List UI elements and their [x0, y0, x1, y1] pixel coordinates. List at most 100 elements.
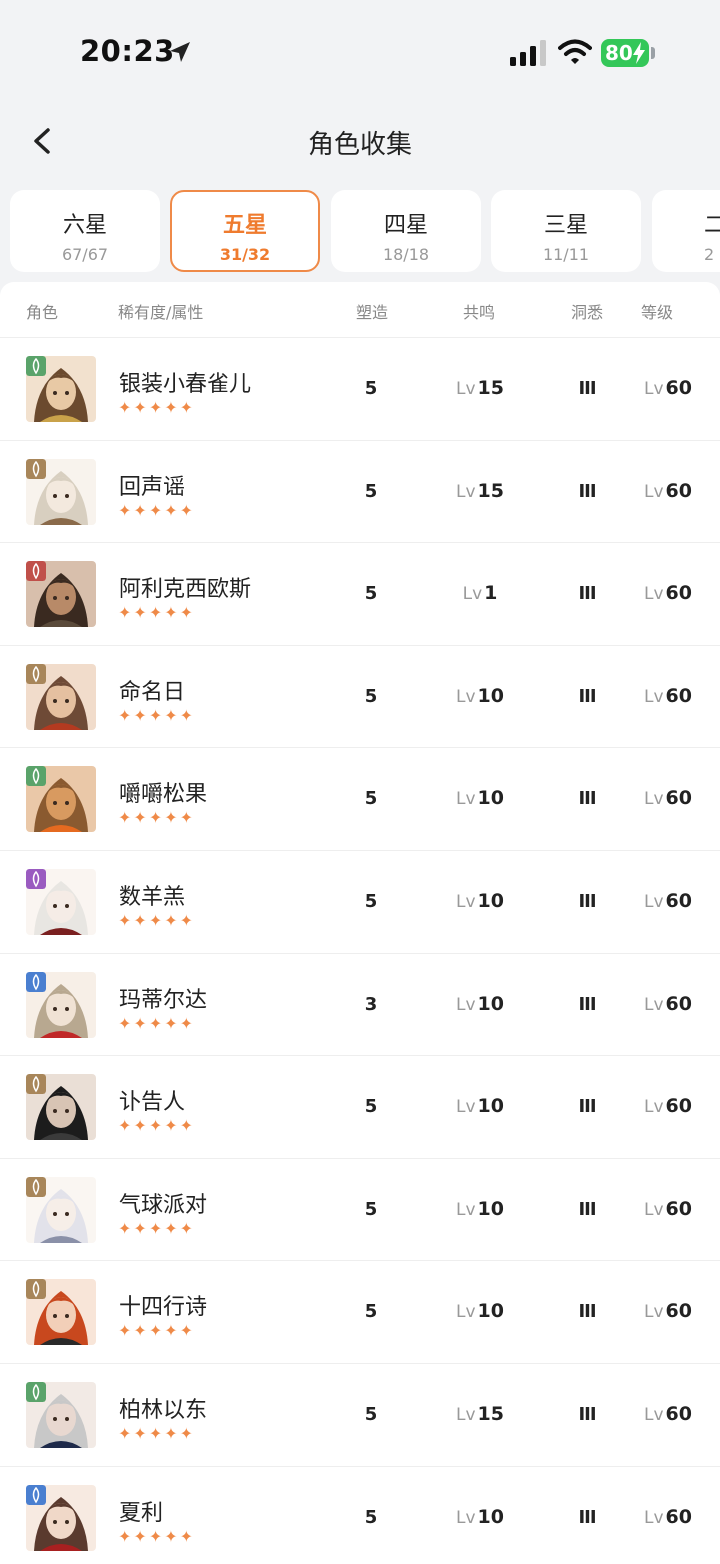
- lv-prefix: Lv: [644, 686, 664, 707]
- plant-attribute-icon: [26, 356, 46, 376]
- tab-label: 三星: [543, 213, 588, 238]
- lv-prefix: Lv: [644, 1507, 664, 1528]
- insight-value: III: [578, 583, 596, 605]
- resonance-level: 1: [484, 582, 498, 605]
- resonance-level: 10: [477, 787, 504, 810]
- character-level: 60: [665, 377, 692, 399]
- table-row[interactable]: 回声谣 ✦✦✦✦✦ 5 Lv 15 III Lv 60: [0, 441, 720, 544]
- character-level: 60: [665, 992, 692, 1015]
- table-row[interactable]: 嚼嚼松果 ✦✦✦✦✦ 5 Lv 10 III Lv 60: [0, 748, 720, 851]
- resonance-level: 10: [477, 684, 504, 707]
- lv-prefix: Lv: [644, 1097, 664, 1118]
- insight-value: III: [578, 1301, 596, 1323]
- forge-value: 5: [364, 480, 378, 502]
- tab-two-star[interactable]: 二 2: [652, 190, 720, 272]
- insight-value: III: [578, 1096, 596, 1118]
- table-row[interactable]: 十四行诗 ✦✦✦✦✦ 5 Lv 10 III Lv 60: [0, 1261, 720, 1364]
- lv-prefix: Lv: [456, 1404, 476, 1425]
- resonance-value: Lv 10: [440, 787, 520, 809]
- lv-prefix: Lv: [644, 1404, 664, 1425]
- header-forge[interactable]: 塑造: [356, 299, 388, 323]
- resonance-level: 10: [477, 1300, 504, 1323]
- rarity-stars: ✦✦✦✦✦: [118, 1116, 196, 1136]
- character-level: 60: [665, 479, 692, 502]
- insight-value: III: [578, 1198, 596, 1220]
- character-level: 60: [665, 1300, 692, 1323]
- resonance-value: Lv 15: [440, 377, 520, 399]
- header-resonance[interactable]: 共鸣: [463, 299, 495, 323]
- level-value: Lv 60: [636, 480, 700, 502]
- table-row[interactable]: 玛蒂尔达 ✦✦✦✦✦ 3 Lv 10 III Lv 60: [0, 954, 720, 1057]
- star-attribute-icon: [26, 971, 46, 992]
- tab-three-star[interactable]: 三星 11/11: [491, 190, 641, 272]
- resonance-level: 10: [477, 1197, 504, 1220]
- character-name: 银装小春雀儿: [119, 372, 252, 397]
- forge-value: 5: [364, 378, 378, 399]
- battery-cap: [651, 47, 655, 59]
- mineral-attribute-icon: [26, 458, 46, 479]
- table-row[interactable]: 命名日 ✦✦✦✦✦ 5 Lv 10 III Lv 60: [0, 646, 720, 749]
- rarity-stars: ✦✦✦✦✦: [118, 500, 196, 520]
- table-row[interactable]: 夏利 ✦✦✦✦✦ 5 Lv 10 III Lv 60: [0, 1467, 720, 1564]
- resonance-value: Lv 10: [440, 1198, 520, 1220]
- character-name: 数羊羔: [119, 884, 186, 910]
- resonance-level: 15: [477, 479, 504, 502]
- rarity-stars: ✦✦✦✦✦: [118, 398, 196, 417]
- lv-prefix: Lv: [644, 994, 664, 1015]
- table-row[interactable]: 讣告人 ✦✦✦✦✦ 5 Lv 10 III Lv 60: [0, 1056, 720, 1159]
- character-level: 60: [665, 684, 692, 707]
- table-row[interactable]: 银装小春雀儿 ✦✦✦✦✦ 5 Lv 15 III Lv 60: [0, 338, 720, 441]
- level-value: Lv 60: [636, 890, 700, 912]
- rarity-stars: ✦✦✦✦✦: [118, 1218, 196, 1238]
- plant-attribute-icon: [26, 1381, 46, 1402]
- lv-prefix: Lv: [456, 891, 476, 912]
- table-body: 银装小春雀儿 ✦✦✦✦✦ 5 Lv 15 III Lv 60 回声谣 ✦✦✦✦✦…: [0, 338, 720, 1564]
- navigation-bar: 角色收集: [0, 100, 720, 184]
- resonance-level: 10: [477, 889, 504, 912]
- forge-value: 5: [364, 1198, 378, 1220]
- tab-five-star[interactable]: 五星 31/32: [170, 190, 320, 272]
- level-value: Lv 60: [636, 1403, 700, 1425]
- header-level[interactable]: 等级: [641, 299, 673, 323]
- lv-prefix: Lv: [644, 1302, 664, 1323]
- rarity-stars: ✦✦✦✦✦: [118, 808, 196, 828]
- tab-count: 11/11: [542, 245, 590, 264]
- tab-six-star[interactable]: 六星 67/67: [10, 190, 160, 272]
- header-insight[interactable]: 洞悉: [571, 299, 603, 323]
- table-row[interactable]: 数羊羔 ✦✦✦✦✦ 5 Lv 10 III Lv 60: [0, 851, 720, 954]
- lv-prefix: Lv: [456, 1507, 476, 1528]
- table-row[interactable]: 阿利克西欧斯 ✦✦✦✦✦ 5 Lv 1 III Lv 60: [0, 543, 720, 646]
- table-row[interactable]: 柏林以东 ✦✦✦✦✦ 5 Lv 15 III Lv 60: [0, 1364, 720, 1467]
- header-rarity[interactable]: 稀有度/属性: [118, 299, 203, 323]
- forge-value: 5: [364, 788, 378, 810]
- resonance-level: 10: [477, 1505, 504, 1528]
- lv-prefix: Lv: [456, 481, 476, 502]
- character-name: 夏利: [119, 1500, 164, 1526]
- page-title: 角色收集: [307, 130, 412, 160]
- rarity-stars: ✦✦✦✦✦: [118, 1013, 196, 1033]
- tab-label: 二: [704, 213, 720, 238]
- character-name: 十四行诗: [119, 1295, 208, 1321]
- character-level: 60: [665, 1095, 692, 1118]
- lv-prefix: Lv: [644, 379, 664, 399]
- resonance-value: Lv 1: [440, 582, 520, 604]
- level-value: Lv 60: [636, 685, 700, 707]
- forge-value: 3: [364, 993, 378, 1015]
- tab-count: 67/67: [61, 245, 109, 264]
- lv-prefix: Lv: [644, 481, 664, 502]
- resonance-value: Lv 10: [440, 1095, 520, 1117]
- beast-attribute-icon: [26, 561, 46, 582]
- character-table: 角色 稀有度/属性 塑造 共鸣 洞悉 等级 银装小春雀儿 ✦✦✦✦✦ 5 Lv …: [0, 282, 720, 1564]
- tab-four-star[interactable]: 四星 18/18: [331, 190, 481, 272]
- resonance-value: Lv 10: [440, 993, 520, 1015]
- plant-attribute-icon: [26, 766, 46, 787]
- mineral-attribute-icon: [26, 663, 46, 684]
- status-bar: 20:23 80: [0, 0, 720, 100]
- character-level: 60: [665, 582, 692, 605]
- resonance-level: 10: [477, 1095, 504, 1118]
- resonance-value: Lv 10: [440, 685, 520, 707]
- forge-value: 5: [364, 1301, 378, 1323]
- table-row[interactable]: 气球派对 ✦✦✦✦✦ 5 Lv 10 III Lv 60: [0, 1159, 720, 1262]
- lv-prefix: Lv: [644, 789, 664, 810]
- character-level: 60: [665, 1505, 692, 1528]
